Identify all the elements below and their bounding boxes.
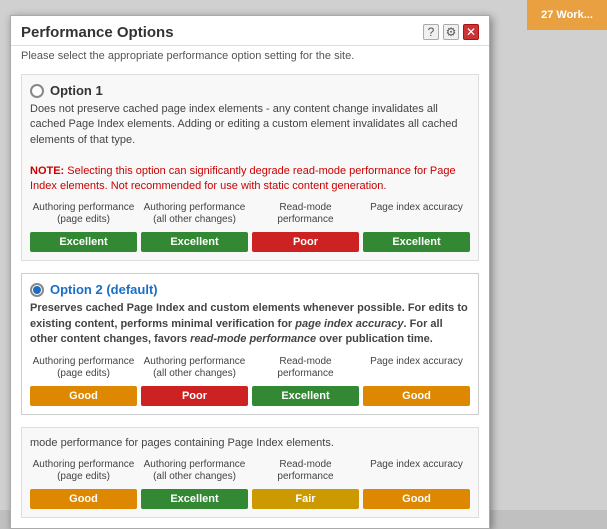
close-button[interactable]: ✕ [463, 24, 479, 40]
help-button[interactable]: ? [423, 24, 439, 40]
option1-badge-1: Excellent [30, 232, 137, 252]
taskbar-text: 27 Work... [541, 9, 593, 21]
option2-badge-4: Good [363, 386, 470, 406]
option3-section: mode performance for pages containing Pa… [21, 427, 479, 518]
dialog-body: Option 1 Does not preserve cached page i… [11, 68, 489, 528]
option3-badge-1: Good [30, 489, 137, 509]
option1-read-label: Read-mode performance [252, 200, 359, 228]
option2-radio[interactable] [30, 283, 44, 297]
option2-badge-3: Excellent [252, 386, 359, 406]
option2-desc: Preserves cached Page Index and custom e… [30, 301, 470, 347]
option2-badge-2: Poor [141, 386, 248, 406]
option2-page-label: Page index accuracy [363, 354, 470, 382]
option2-title: Option 2 (default) [50, 282, 158, 297]
option3-auth-page-label: Authoring performance(page edits) [30, 457, 137, 485]
option2-badge-1: Good [30, 386, 137, 406]
option1-radio[interactable] [30, 84, 44, 98]
option1-badge-4: Excellent [363, 232, 470, 252]
option2-section: Option 2 (default) Preserves cached Page… [21, 273, 479, 414]
option2-read-label: Read-mode performance [252, 354, 359, 382]
option2-auth-page-label: Authoring performance(page edits) [30, 354, 137, 382]
dialog-subtitle: Please select the appropriate performanc… [11, 46, 489, 68]
option1-perf-grid: Authoring performance(page edits) Author… [30, 200, 470, 252]
option3-badge-4: Good [363, 489, 470, 509]
option3-badge-2: Excellent [141, 489, 248, 509]
option1-section: Option 1 Does not preserve cached page i… [21, 74, 479, 261]
option3-page-label: Page index accuracy [363, 457, 470, 485]
option3-desc: mode performance for pages containing Pa… [30, 436, 470, 451]
option1-page-label: Page index accuracy [363, 200, 470, 228]
option1-desc: Does not preserve cached page index elem… [30, 102, 470, 194]
dialog-controls: ? ⚙ ✕ [423, 24, 479, 40]
option1-badge-3: Poor [252, 232, 359, 252]
option1-note: NOTE: Selecting this option can signific… [30, 165, 456, 192]
option3-auth-other-label: Authoring performance(all other changes) [141, 457, 248, 485]
option2-auth-other-label: Authoring performance(all other changes) [141, 354, 248, 382]
option1-badge-2: Excellent [141, 232, 248, 252]
option3-badge-3: Fair [252, 489, 359, 509]
dialog-title-area: Performance Options [21, 24, 174, 41]
performance-options-dialog: Performance Options ? ⚙ ✕ Please select … [10, 15, 490, 529]
option2-perf-grid: Authoring performance(page edits) Author… [30, 354, 470, 406]
taskbar-label: 27 Work... [527, 0, 607, 30]
option3-perf-grid: Authoring performance(page edits) Author… [30, 457, 470, 509]
dialog-titlebar: Performance Options ? ⚙ ✕ [11, 16, 489, 46]
option1-auth-page-label: Authoring performance(page edits) [30, 200, 137, 228]
option1-header[interactable]: Option 1 [30, 83, 470, 98]
option1-auth-other-label: Authoring performance(all other changes) [141, 200, 248, 228]
settings-button[interactable]: ⚙ [443, 24, 459, 40]
dialog-title: Performance Options [21, 24, 174, 41]
option2-header[interactable]: Option 2 (default) [30, 282, 470, 297]
option1-title: Option 1 [50, 83, 103, 98]
option3-read-label: Read-mode performance [252, 457, 359, 485]
